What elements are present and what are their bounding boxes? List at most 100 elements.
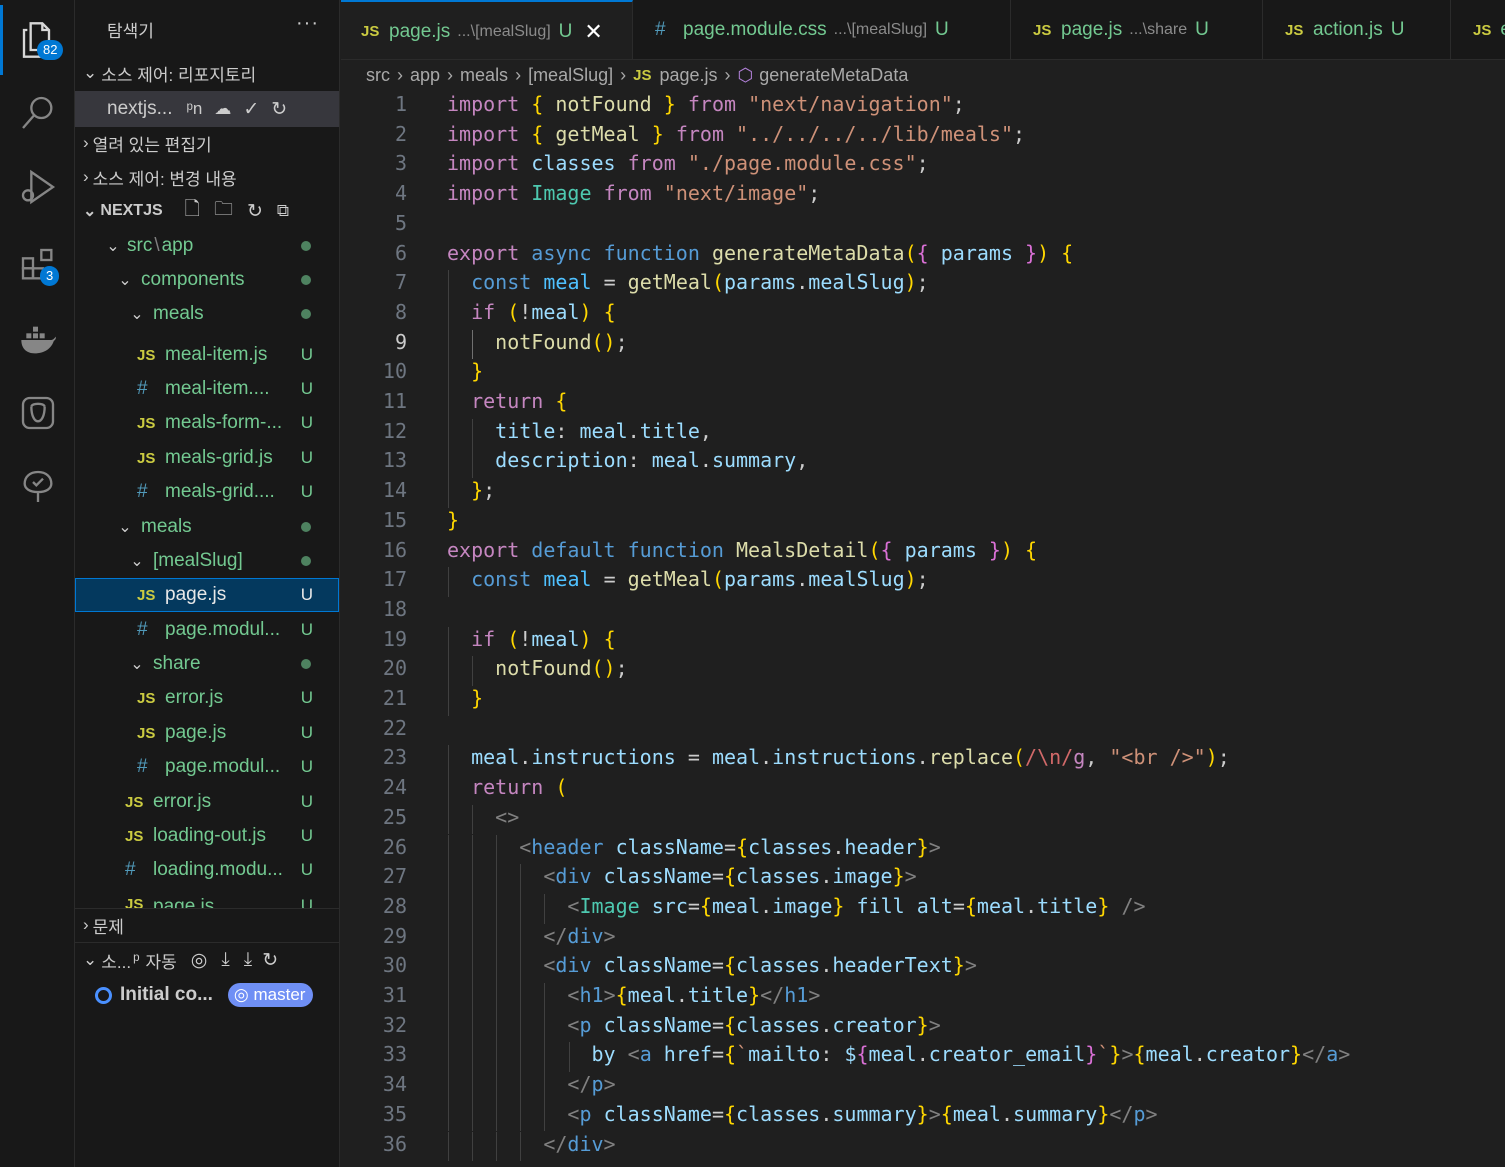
section-graph[interactable]: ⌄ 소... ᵖ 자동 ◎ ⤓ ⤓ ↻: [75, 944, 339, 976]
code-line[interactable]: import { notFound } from "next/navigatio…: [447, 92, 965, 116]
branch-icon[interactable]: ᵖ: [133, 950, 139, 970]
code-line[interactable]: };: [447, 478, 495, 502]
tree-file[interactable]: JS meals-form-... U: [75, 406, 339, 440]
tree-file[interactable]: # meal-item.... U: [75, 372, 339, 406]
folder-label: src: [127, 235, 153, 256]
code-line[interactable]: <div className={classes.image}>: [447, 864, 916, 888]
breadcrumb-item[interactable]: app: [410, 65, 440, 86]
new-folder-icon[interactable]: 🗀: [214, 195, 233, 227]
code-line[interactable]: notFound();: [447, 330, 627, 354]
tab-overflow[interactable]: JS e: [1451, 0, 1505, 59]
indent-guide: [448, 1042, 449, 1073]
repo-row[interactable]: nextjs... ᵖn ☁ ✓ ↻: [75, 91, 339, 127]
code-line[interactable]: }: [447, 686, 483, 710]
indent-guide: [448, 1012, 449, 1043]
js-file-icon: JS: [361, 23, 380, 40]
code-line[interactable]: title: meal.title,: [447, 419, 712, 443]
tree-folder-share[interactable]: ⌄ share: [75, 647, 339, 681]
tree-file-selected[interactable]: JS page.js U: [75, 578, 339, 612]
code-line[interactable]: notFound();: [447, 656, 627, 680]
code-line[interactable]: import { getMeal } from "../../../../lib…: [447, 122, 1025, 146]
breadcrumb-item[interactable]: meals: [460, 65, 508, 86]
tree-folder-components[interactable]: ⌄ components: [75, 263, 339, 297]
code-line[interactable]: export default function MealsDetail({ pa…: [447, 538, 1037, 562]
cloud-sync-icon[interactable]: ☁: [214, 99, 231, 119]
breadcrumb-item[interactable]: [mealSlug]: [528, 65, 613, 86]
pull-icon[interactable]: ⤓: [244, 949, 252, 971]
code-line[interactable]: <>: [447, 805, 519, 829]
code-line[interactable]: }: [447, 508, 459, 532]
code-line[interactable]: return {: [447, 389, 567, 413]
run-debug-icon[interactable]: [0, 152, 75, 222]
code-line[interactable]: <p className={classes.summary}>{meal.sum…: [447, 1102, 1157, 1126]
tree-file[interactable]: # page.modul... U: [75, 750, 339, 784]
tree-file[interactable]: JS meals-grid.js U: [75, 441, 339, 475]
postgres-icon[interactable]: [0, 378, 75, 448]
extensions-icon[interactable]: [0, 230, 75, 300]
tree-folder-meals[interactable]: ⌄ meals: [75, 510, 339, 544]
fetch-icon[interactable]: ⤓: [221, 949, 229, 971]
section-project[interactable]: ⌄ NEXTJS 🗋 🗀 ↻ ⧉: [75, 195, 339, 227]
tree-file[interactable]: JS meal-item.js U: [75, 338, 339, 372]
docker-icon[interactable]: [0, 305, 75, 375]
section-open-editors[interactable]: › 열려 있는 편집기: [75, 127, 339, 159]
code-line[interactable]: if (!meal) {: [447, 627, 616, 651]
branch-badge[interactable]: ◎ master: [227, 983, 314, 1007]
code-line[interactable]: import Image from "next/image";: [447, 181, 820, 205]
graph-commit-row[interactable]: Initial co... ◎ master: [75, 978, 339, 1012]
code-line[interactable]: by <a href={`mailto: ${meal.creator_emai…: [447, 1042, 1351, 1066]
tree-file[interactable]: # loading.modu... U: [75, 853, 339, 887]
code-line[interactable]: <Image src={meal.image} fill alt={meal.t…: [447, 894, 1145, 918]
more-actions-button[interactable]: ···: [296, 12, 319, 35]
search-icon[interactable]: [0, 78, 75, 148]
target-icon[interactable]: ◎: [191, 949, 208, 972]
code-line[interactable]: meal.instructions = meal.instructions.re…: [447, 745, 1230, 769]
line-number: 5: [394, 210, 407, 235]
explorer-icon[interactable]: [0, 5, 75, 75]
tab-action-js[interactable]: JS action.js U: [1263, 0, 1451, 59]
tab-page-module-css[interactable]: # page.module.css ...\[mealSlug] U: [633, 0, 1011, 59]
collapse-all-icon[interactable]: ⧉: [277, 201, 289, 221]
editor-tabs: JS page.js ...\[mealSlug] U ✕ # page.mod…: [341, 0, 1505, 60]
code-line[interactable]: <header className={classes.header}>: [447, 835, 941, 859]
tree-file[interactable]: JS page.js U: [75, 888, 339, 908]
branch-icon[interactable]: ᵖn: [186, 99, 202, 119]
tree-file[interactable]: JS error.js U: [75, 681, 339, 715]
tab-page-js-share[interactable]: JS page.js ...\share U: [1011, 0, 1263, 59]
tree-file[interactable]: JS error.js U: [75, 785, 339, 819]
breadcrumb-item[interactable]: src: [366, 65, 390, 86]
new-file-icon[interactable]: 🗋: [185, 195, 200, 227]
code-line[interactable]: const meal = getMeal(params.mealSlug);: [447, 567, 929, 591]
code-line[interactable]: <h1>{meal.title}</h1>: [447, 983, 820, 1007]
tree-file[interactable]: # page.modul... U: [75, 613, 339, 647]
close-icon[interactable]: ✕: [584, 19, 602, 45]
tree-file[interactable]: JS loading-out.js U: [75, 819, 339, 853]
tree-file[interactable]: JS page.js U: [75, 716, 339, 750]
code-line[interactable]: export async function generateMetaData({…: [447, 241, 1073, 265]
sync-icon[interactable]: ↻: [262, 949, 278, 972]
tree-icon[interactable]: [0, 452, 75, 522]
tree-file[interactable]: # meals-grid.... U: [75, 475, 339, 509]
section-source-control-repos[interactable]: ⌄ 소스 제어: 리포지토리: [75, 57, 339, 89]
code-line[interactable]: import classes from "./page.module.css";: [447, 151, 929, 175]
tab-name: page.module.css: [683, 19, 827, 40]
commit-check-icon[interactable]: ✓: [243, 98, 259, 121]
code-line[interactable]: return (: [447, 775, 567, 799]
code-line[interactable]: const meal = getMeal(params.mealSlug);: [447, 270, 929, 294]
tree-folder-meals[interactable]: ⌄ meals: [75, 297, 339, 331]
code-line[interactable]: }: [447, 359, 483, 383]
indent-guide: [448, 953, 449, 983]
code-editor[interactable]: 1 import { notFound } from "next/navigati…: [341, 90, 1505, 1167]
breadcrumb-item[interactable]: page.js: [659, 65, 717, 86]
tab-page-js-mealslug[interactable]: JS page.js ...\[mealSlug] U ✕: [341, 0, 633, 59]
refresh-explorer-icon[interactable]: ↻: [247, 200, 263, 223]
refresh-icon[interactable]: ↻: [271, 98, 287, 121]
code-line[interactable]: description: meal.summary,: [447, 448, 808, 472]
tree-folder-src-app[interactable]: ⌄ src \ app: [75, 229, 339, 263]
code-line[interactable]: if (!meal) {: [447, 300, 616, 324]
breadcrumb-item[interactable]: generateMetaData: [759, 65, 908, 86]
section-source-control-changes[interactable]: › 소스 제어: 변경 내용: [75, 161, 339, 193]
section-problems[interactable]: › 문제: [75, 909, 339, 941]
code-line[interactable]: <div className={classes.headerText}>: [447, 953, 977, 977]
tree-folder-mealslug[interactable]: ⌄ [mealSlug]: [75, 544, 339, 578]
